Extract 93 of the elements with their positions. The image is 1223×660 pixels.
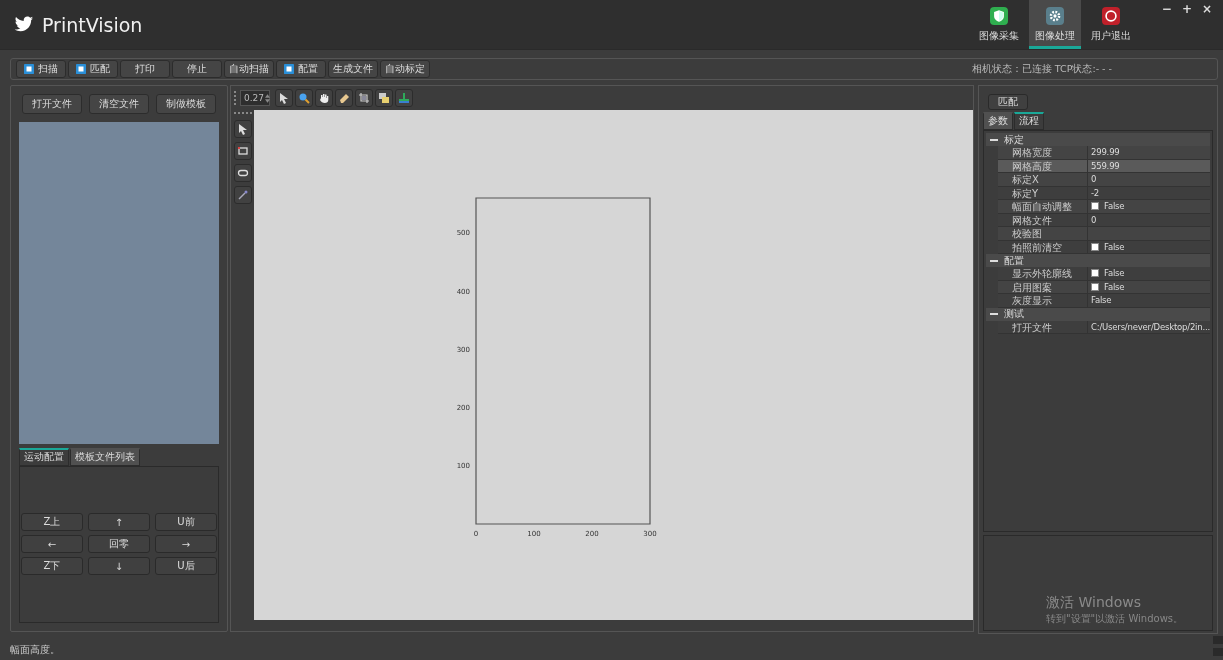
window-control[interactable]: − bbox=[1158, 2, 1175, 16]
motion-button[interactable]: ↑ bbox=[88, 513, 150, 531]
match-button[interactable]: 匹配 bbox=[988, 94, 1028, 110]
property-value: False bbox=[1104, 201, 1125, 212]
toolbar-button[interactable]: 扫描 bbox=[16, 60, 66, 78]
panel-tab[interactable]: 参数 bbox=[983, 112, 1013, 130]
property-value: False bbox=[1104, 241, 1125, 252]
property-name: 标定X bbox=[998, 173, 1088, 186]
motion-button[interactable]: ↓ bbox=[88, 557, 150, 575]
nav-tab[interactable]: 图像采集 bbox=[972, 0, 1025, 49]
checkbox[interactable] bbox=[1091, 202, 1099, 211]
collapse-icon[interactable] bbox=[990, 310, 998, 318]
motion-button[interactable]: U后 bbox=[155, 557, 217, 575]
spin-arrows-icon bbox=[265, 93, 271, 103]
search-icon[interactable] bbox=[295, 89, 313, 107]
rectangle-icon[interactable] bbox=[233, 142, 252, 160]
activation-title: 激活 Windows bbox=[1046, 594, 1142, 612]
toolbar-button[interactable]: 生成文件 bbox=[328, 60, 378, 78]
group-label: 标定 bbox=[1004, 132, 1024, 147]
toolbar-button[interactable]: 配置 bbox=[276, 60, 326, 78]
histogram-icon[interactable] bbox=[395, 89, 413, 107]
property-row[interactable]: 显示外轮廓线 False bbox=[998, 267, 1210, 281]
app-title: PrintVision bbox=[42, 13, 143, 36]
property-value: 0 bbox=[1091, 214, 1097, 225]
connection-status: 相机状态：已连接 TCP状态:- - - bbox=[971, 62, 1112, 76]
square-icon bbox=[284, 64, 294, 74]
property-value: 559.99 bbox=[1091, 160, 1120, 171]
toolbar-button[interactable]: 停止 bbox=[172, 60, 222, 78]
motion-button[interactable]: U前 bbox=[155, 513, 217, 531]
property-row[interactable]: 校验图 bbox=[998, 227, 1210, 241]
crop-icon[interactable] bbox=[355, 89, 373, 107]
hand-icon[interactable] bbox=[315, 89, 333, 107]
property-name: 校验图 bbox=[998, 227, 1088, 240]
property-value: C:/Users/never/Desktop/2in... bbox=[1091, 321, 1210, 332]
square-icon bbox=[76, 64, 86, 74]
checkbox[interactable] bbox=[1091, 269, 1099, 278]
property-name: 标定Y bbox=[998, 186, 1088, 199]
nav-tab[interactable]: 图像处理 bbox=[1028, 0, 1081, 49]
pointer-icon[interactable] bbox=[233, 120, 252, 138]
motion-button[interactable]: Z上 bbox=[21, 513, 83, 531]
activation-text: 转到"设置"以激活 Windows。 bbox=[1046, 612, 1185, 626]
property-row[interactable]: 灰度显示 False bbox=[998, 294, 1210, 308]
property-name: 网格宽度 bbox=[998, 146, 1088, 159]
shield-icon bbox=[989, 7, 1008, 25]
property-value: 299.99 bbox=[1091, 147, 1120, 158]
bird-icon bbox=[14, 16, 34, 33]
property-value: -2 bbox=[1091, 187, 1100, 198]
status-text: 幅面高度。 bbox=[10, 643, 60, 657]
zoom-field[interactable]: 0.27 bbox=[240, 90, 270, 106]
property-value: False bbox=[1104, 268, 1125, 279]
panel-tab[interactable]: 流程 bbox=[1014, 112, 1044, 130]
motion-button[interactable]: Z下 bbox=[21, 557, 83, 575]
panel-button[interactable]: 打开文件 bbox=[22, 94, 82, 114]
settings-icon bbox=[1045, 7, 1064, 25]
nav-tab[interactable]: 用户退出 bbox=[1084, 0, 1137, 49]
property-name: 网格文件 bbox=[998, 213, 1088, 226]
eraser-icon[interactable] bbox=[335, 89, 353, 107]
power-icon bbox=[1101, 7, 1120, 25]
toolbar-button[interactable]: 打印 bbox=[120, 60, 170, 78]
toolbar-button[interactable]: 自动标定 bbox=[380, 60, 430, 78]
property-value: False bbox=[1091, 295, 1112, 306]
motion-button[interactable]: ← bbox=[21, 535, 83, 553]
pointer-icon[interactable] bbox=[275, 89, 293, 107]
property-name: 启用图案 bbox=[998, 280, 1088, 293]
loop-icon[interactable] bbox=[233, 164, 252, 182]
property-row[interactable]: 网格宽度 299.99 bbox=[998, 146, 1210, 160]
checkbox[interactable] bbox=[1091, 242, 1099, 251]
window-control[interactable]: + bbox=[1178, 2, 1195, 16]
property-name: 显示外轮廓线 bbox=[998, 267, 1088, 280]
property-name: 打开文件 bbox=[998, 320, 1088, 333]
property-name: 幅面自动调整 bbox=[998, 200, 1088, 213]
property-name: 网格高度 bbox=[998, 159, 1088, 172]
property-value: 0 bbox=[1091, 174, 1097, 185]
group-label: 配置 bbox=[1004, 253, 1024, 268]
property-value: False bbox=[1104, 281, 1125, 292]
panel-tab[interactable]: 运动配置 bbox=[19, 448, 69, 466]
checkbox[interactable] bbox=[1091, 282, 1099, 291]
motion-button[interactable]: 回零 bbox=[88, 535, 150, 553]
square-icon bbox=[24, 64, 34, 74]
group-label: 测试 bbox=[1004, 307, 1024, 321]
property-row[interactable]: 标定X 0 bbox=[998, 173, 1210, 187]
panel-button[interactable]: 制做模板 bbox=[156, 94, 216, 114]
toolbar-button[interactable]: 自动扫描 bbox=[224, 60, 274, 78]
panel-tab[interactable]: 模板文件列表 bbox=[70, 448, 140, 466]
toolbar-button[interactable]: 匹配 bbox=[68, 60, 118, 78]
window-control[interactable]: × bbox=[1198, 2, 1215, 16]
motion-button[interactable]: → bbox=[155, 535, 217, 553]
layers-icon[interactable] bbox=[375, 89, 393, 107]
property-name: 灰度显示 bbox=[998, 294, 1088, 307]
panel-button[interactable]: 清空文件 bbox=[89, 94, 149, 114]
property-row[interactable]: 幅面自动调整 False bbox=[998, 200, 1210, 214]
wand-icon[interactable] bbox=[233, 186, 252, 204]
property-name: 拍照前清空 bbox=[998, 240, 1088, 253]
